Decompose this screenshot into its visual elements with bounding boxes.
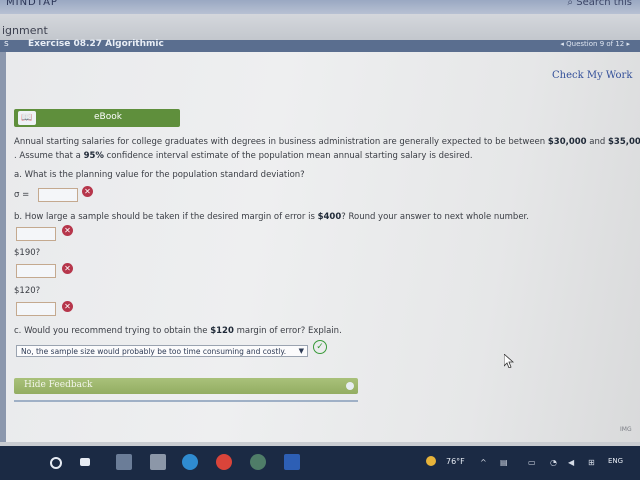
sigma-label: σ = bbox=[14, 190, 30, 200]
section-letter: s bbox=[4, 39, 9, 49]
store-icon[interactable] bbox=[150, 454, 166, 470]
taskbar: 76°F ^ ▤ ▭ ◔ ◀ ⊞ ENG bbox=[0, 446, 640, 480]
chevron-down-icon: ▼ bbox=[298, 347, 304, 355]
app-name: MINDTAP bbox=[6, 0, 58, 8]
sample-size-190-input[interactable] bbox=[16, 264, 56, 278]
language-indicator[interactable]: ENG bbox=[608, 457, 623, 465]
recommendation-select[interactable]: No, the sample size would probably be to… bbox=[16, 345, 308, 357]
keyboard-icon[interactable]: ⊞ bbox=[588, 458, 595, 467]
file-explorer-icon[interactable] bbox=[116, 454, 132, 470]
network-icon[interactable]: ▤ bbox=[500, 458, 508, 467]
assignment-header: ignment bbox=[0, 14, 640, 41]
confidence-level: 95% bbox=[83, 151, 104, 161]
correct-check-icon: ✓ bbox=[313, 340, 327, 354]
exercise-bar: s Exercise 08.27 Algorithmic ◂ Question … bbox=[0, 39, 640, 52]
volume-icon[interactable]: ◀ bbox=[568, 458, 574, 467]
img-label: IMG bbox=[620, 426, 632, 433]
weather-icon bbox=[426, 456, 436, 466]
feedback-divider bbox=[14, 400, 358, 402]
recommendation-value: No, the sample size would probably be to… bbox=[21, 347, 287, 356]
search-icon: ⌕ bbox=[567, 0, 574, 8]
pencil-icon bbox=[346, 382, 354, 390]
part-c-question: c. Would you recommend trying to obtain … bbox=[14, 326, 342, 336]
part-c-post: margin of error? Explain. bbox=[233, 326, 342, 336]
app-icon[interactable] bbox=[250, 454, 266, 470]
search-field[interactable]: ⌕ Search this bbox=[567, 0, 632, 8]
part-a-question: a. What is the planning value for the po… bbox=[14, 170, 305, 180]
ebook-button[interactable]: 📖 eBook bbox=[14, 109, 180, 127]
check-my-work-button[interactable]: Check My Work bbox=[552, 70, 632, 81]
part-c-text: c. Would you recommend trying to obtain … bbox=[14, 326, 211, 336]
chevron-up-icon[interactable]: ^ bbox=[480, 458, 487, 467]
question-nav[interactable]: ◂ Question 9 of 12 ▸ bbox=[560, 40, 630, 48]
intro-and: and bbox=[586, 137, 608, 147]
word-icon[interactable] bbox=[284, 454, 300, 470]
search-circle-icon[interactable] bbox=[50, 457, 62, 469]
problem-intro-line1: Annual starting salaries for college gra… bbox=[14, 137, 640, 147]
hide-feedback-button[interactable]: Hide Feedback bbox=[14, 378, 358, 394]
part-b-post: ? Round your answer to next whole number… bbox=[341, 212, 529, 222]
exercise-title: Exercise 08.27 Algorithmic bbox=[28, 39, 164, 49]
weather-temp[interactable]: 76°F bbox=[446, 457, 465, 466]
incorrect-icon: ✕ bbox=[62, 225, 73, 236]
task-view-icon[interactable] bbox=[80, 458, 90, 466]
edge-icon[interactable] bbox=[182, 454, 198, 470]
mouse-cursor-icon bbox=[504, 354, 514, 368]
incorrect-icon: ✕ bbox=[82, 186, 93, 197]
sample-size-120-input[interactable] bbox=[16, 302, 56, 316]
margin-120-label: $120? bbox=[14, 286, 41, 296]
browser-topbar: MINDTAP ⌕ Search this bbox=[0, 0, 640, 14]
battery-icon[interactable]: ▭ bbox=[528, 458, 536, 467]
margin-120-c: $120 bbox=[210, 326, 234, 336]
intro-post: confidence interval estimate of the popu… bbox=[103, 151, 473, 161]
problem-intro-line2: . Assume that a 95% confidence interval … bbox=[14, 151, 473, 161]
intro-text: Annual starting salaries for college gra… bbox=[14, 137, 548, 147]
margin-190-label: $190? bbox=[14, 248, 41, 258]
chrome-icon[interactable] bbox=[216, 454, 232, 470]
search-label: Search this bbox=[576, 0, 632, 8]
incorrect-icon: ✕ bbox=[62, 263, 73, 274]
intro-assume: . Assume that a bbox=[14, 151, 84, 161]
hide-feedback-label: Hide Feedback bbox=[24, 380, 93, 390]
incorrect-icon: ✕ bbox=[62, 301, 73, 312]
ebook-label: eBook bbox=[94, 112, 122, 122]
sigma-input[interactable] bbox=[38, 188, 78, 202]
margin-400: $400 bbox=[317, 212, 342, 222]
wifi-icon[interactable]: ◔ bbox=[550, 458, 557, 467]
salary-low: $30,000 bbox=[547, 137, 587, 147]
assignment-title: ignment bbox=[2, 24, 48, 37]
sample-size-400-input[interactable] bbox=[16, 227, 56, 241]
part-b-question: b. How large a sample should be taken if… bbox=[14, 212, 529, 222]
part-b-text: b. How large a sample should be taken if… bbox=[14, 212, 318, 222]
salary-high: $35,000 bbox=[608, 137, 640, 147]
book-icon: 📖 bbox=[18, 111, 36, 125]
